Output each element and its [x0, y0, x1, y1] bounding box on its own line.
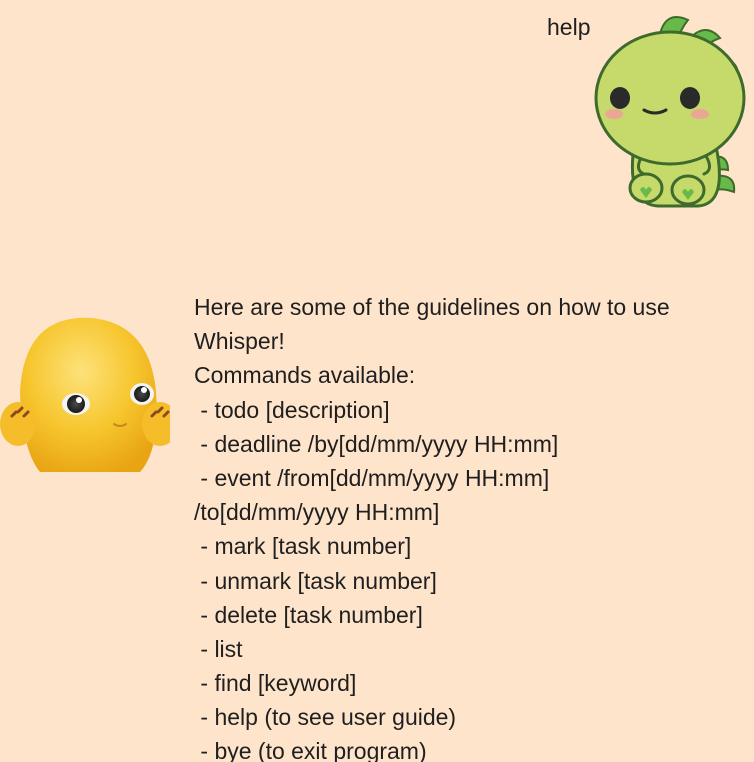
bot-message-line: - todo [description] — [194, 396, 390, 423]
user-message-text: help — [547, 14, 591, 40]
bot-message-line: - find [keyword] — [194, 670, 357, 697]
bot-message-text: Here are some of the guidelines on how t… — [194, 290, 734, 762]
bot-message-line: - delete [task number] — [194, 601, 423, 628]
bot-message-line: - bye (to exit program) — [194, 738, 427, 762]
bot-message-line: Here are some of the guidelines on how t… — [194, 294, 670, 320]
bot-message-line: - unmark [task number] — [194, 567, 437, 594]
green-dinosaur-avatar-icon — [588, 8, 748, 210]
yellow-creature-avatar-icon — [0, 300, 170, 476]
bot-message-line: Whisper! — [194, 328, 285, 355]
bot-message-line: Commands available: — [194, 362, 416, 389]
bot-message-line: - mark [task number] — [194, 533, 412, 560]
bot-message-line: /to[dd/mm/yyyy HH:mm] — [194, 499, 440, 526]
bot-message-line: - deadline /by[dd/mm/yyyy HH:mm] — [194, 430, 559, 457]
bot-message-line: - help (to see user guide) — [194, 704, 457, 731]
user-dialog-box: help — [0, 0, 754, 220]
bot-message-line: - list — [194, 635, 243, 662]
bot-message-line: - event /from[dd/mm/yyyy HH:mm] — [194, 464, 550, 491]
bot-dialog-box: Here are some of the guidelines on how t… — [0, 282, 754, 762]
